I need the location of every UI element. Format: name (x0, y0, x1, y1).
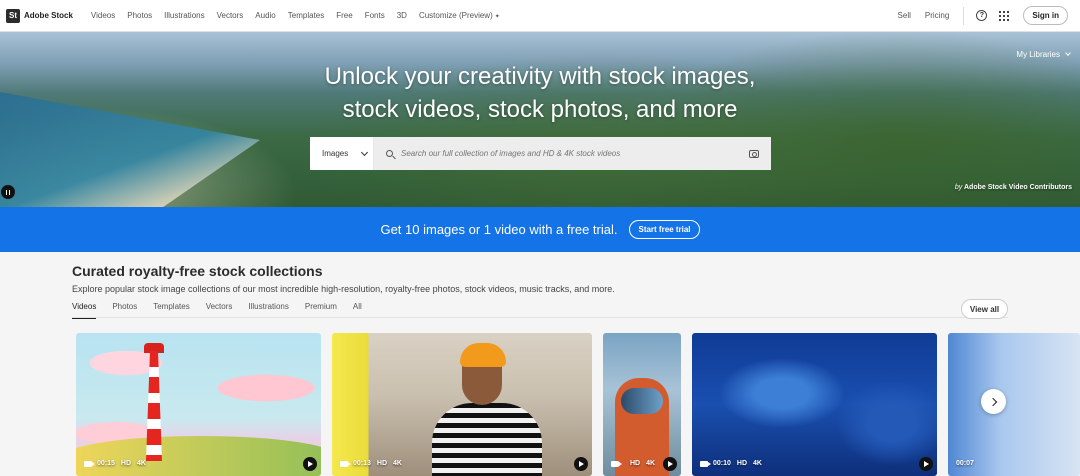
video-camera-icon (84, 460, 95, 467)
video-camera-icon (340, 460, 351, 467)
card-quality: HD (736, 460, 748, 467)
apps-grid-icon[interactable] (999, 10, 1010, 21)
hero-title-line-1: Unlock your creativity with stock images… (324, 63, 756, 90)
play-icon[interactable] (303, 457, 317, 471)
trial-text: Get 10 images or 1 video with a free tri… (380, 222, 618, 237)
video-camera-icon (700, 460, 711, 467)
video-card[interactable]: 00:10 HD 4K (692, 333, 937, 476)
view-all-button[interactable]: View all (961, 299, 1008, 319)
nav-vectors[interactable]: Vectors (217, 11, 244, 20)
video-card[interactable]: 00:07 (948, 333, 1080, 476)
nav-right: Sell Pricing ? Sign in (898, 0, 1080, 31)
carousel-next-button[interactable] (981, 389, 1006, 414)
curated-description: Explore popular stock image collections … (72, 284, 615, 294)
nav-videos[interactable]: Videos (91, 11, 115, 20)
sign-in-button[interactable]: Sign in (1023, 6, 1068, 25)
card-quality: HD (120, 460, 132, 467)
sell-link[interactable]: Sell (898, 11, 911, 20)
nav-free[interactable]: Free (336, 11, 352, 20)
help-icon[interactable]: ? (976, 10, 988, 21)
card-thumbnail-hill (76, 436, 321, 476)
pricing-link[interactable]: Pricing (925, 11, 949, 20)
nav-links: Videos Photos Illustrations Vectors Audi… (79, 11, 500, 20)
video-card[interactable]: HD 4K (603, 333, 681, 476)
card-meta: 00:13 HD 4K (340, 460, 402, 467)
free-trial-banner: Get 10 images or 1 video with a free tri… (0, 207, 1080, 252)
card-meta: HD 4K (611, 460, 655, 467)
pause-video-button[interactable] (1, 185, 15, 199)
nav-3d[interactable]: 3D (397, 11, 407, 20)
card-duration: 00:15 (97, 460, 115, 467)
nav-templates[interactable]: Templates (288, 11, 324, 20)
nav-illustrations[interactable]: Illustrations (164, 11, 204, 20)
play-icon[interactable] (574, 457, 588, 471)
nav-fonts[interactable]: Fonts (365, 11, 385, 20)
card-resolution: 4K (137, 460, 146, 467)
video-card[interactable]: 00:15 HD 4K (76, 333, 321, 476)
search-icon (386, 150, 393, 157)
card-meta: 00:10 HD 4K (700, 460, 762, 467)
chevron-down-icon (1065, 50, 1071, 56)
card-quality: HD (376, 460, 388, 467)
logo-mark-icon: St (6, 8, 20, 23)
start-free-trial-button[interactable]: Start free trial (629, 220, 700, 239)
card-quality: HD (630, 460, 641, 467)
play-icon[interactable] (663, 457, 677, 471)
search-type-select[interactable]: Images (310, 137, 374, 170)
chevron-down-icon (361, 148, 369, 156)
nav-divider (963, 6, 965, 25)
search-type-label: Images (322, 149, 349, 158)
card-meta: 00:07 (956, 460, 974, 467)
card-resolution: 4K (753, 460, 762, 467)
card-resolution: 4K (393, 460, 402, 467)
search-input[interactable] (401, 149, 731, 158)
hero-title-line-2: stock videos, stock photos, and more (342, 96, 738, 123)
top-navigation: St Adobe Stock Videos Photos Illustratio… (0, 0, 1080, 32)
my-libraries-dropdown[interactable]: My Libraries (1016, 50, 1071, 59)
nav-photos[interactable]: Photos (127, 11, 152, 20)
video-camera-icon (611, 460, 622, 467)
nav-customize-preview[interactable]: Customize (Preview) (419, 11, 500, 20)
card-duration: 00:10 (713, 460, 731, 467)
play-icon[interactable] (919, 457, 933, 471)
credit-by: by (954, 184, 963, 191)
card-meta: 00:15 HD 4K (84, 460, 146, 467)
card-thumbnail-person (432, 343, 542, 476)
card-duration: 00:13 (353, 460, 371, 467)
visual-search-camera-icon[interactable] (749, 149, 759, 158)
nav-audio[interactable]: Audio (255, 11, 275, 20)
hero-title: Unlock your creativity with stock images… (0, 60, 1080, 126)
video-card[interactable]: 00:13 HD 4K (332, 333, 592, 476)
search-bar: Images (310, 137, 771, 170)
hero-banner: Unlock your creativity with stock images… (0, 32, 1080, 207)
card-duration: 00:07 (956, 460, 974, 467)
credit-name: Adobe Stock Video Contributors (964, 184, 1072, 191)
card-resolution: 4K (646, 460, 656, 467)
my-libraries-label: My Libraries (1016, 50, 1060, 59)
card-thumbnail-visor (621, 388, 663, 414)
hero-credit: by Adobe Stock Video Contributors (955, 184, 1072, 191)
curated-title: Curated royalty-free stock collections (72, 263, 323, 279)
tabs-divider (72, 317, 1008, 318)
card-thumbnail-lighthouse (146, 351, 162, 461)
adobe-stock-logo[interactable]: St Adobe Stock (6, 8, 73, 23)
logo-text: Adobe Stock (24, 11, 73, 20)
search-box (374, 137, 771, 170)
